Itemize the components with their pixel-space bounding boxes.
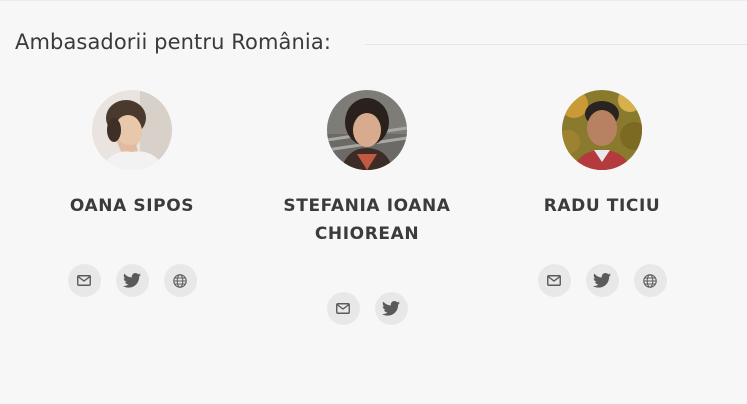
title-divider — [365, 44, 747, 45]
email-button[interactable] — [537, 264, 571, 297]
ambassador-card-radu-ticiu: RADU TICIU — [502, 90, 702, 297]
email-icon — [547, 275, 561, 286]
twitter-icon — [593, 273, 611, 288]
globe-icon — [173, 273, 187, 288]
twitter-button[interactable] — [585, 264, 619, 297]
email-button[interactable] — [326, 292, 360, 325]
twitter-icon — [382, 301, 400, 316]
ambassador-card-oana-sipos: OANA SIPOS — [32, 90, 232, 297]
website-button[interactable] — [163, 264, 197, 297]
email-icon — [336, 303, 350, 314]
ambassador-name: RADU TICIU — [543, 196, 661, 216]
social-links — [502, 264, 702, 297]
section-title: Ambasadorii pentru România: — [15, 30, 332, 54]
ambassador-name: STEFANIA IOANA CHIOREAN — [283, 196, 451, 244]
twitter-button[interactable] — [374, 292, 408, 325]
ambassador-name: OANA SIPOS — [69, 196, 195, 216]
avatar — [92, 90, 172, 170]
email-button[interactable] — [67, 264, 101, 297]
ambassador-card-stefania-ioana-chiorean: STEFANIA IOANA CHIOREAN — [267, 90, 467, 325]
website-button[interactable] — [633, 264, 667, 297]
top-border — [0, 0, 747, 1]
globe-icon — [643, 273, 657, 288]
email-icon — [77, 275, 91, 286]
twitter-icon — [123, 273, 141, 288]
social-links — [32, 264, 232, 297]
avatar — [327, 90, 407, 170]
twitter-button[interactable] — [115, 264, 149, 297]
social-links — [267, 292, 467, 325]
avatar — [562, 90, 642, 170]
